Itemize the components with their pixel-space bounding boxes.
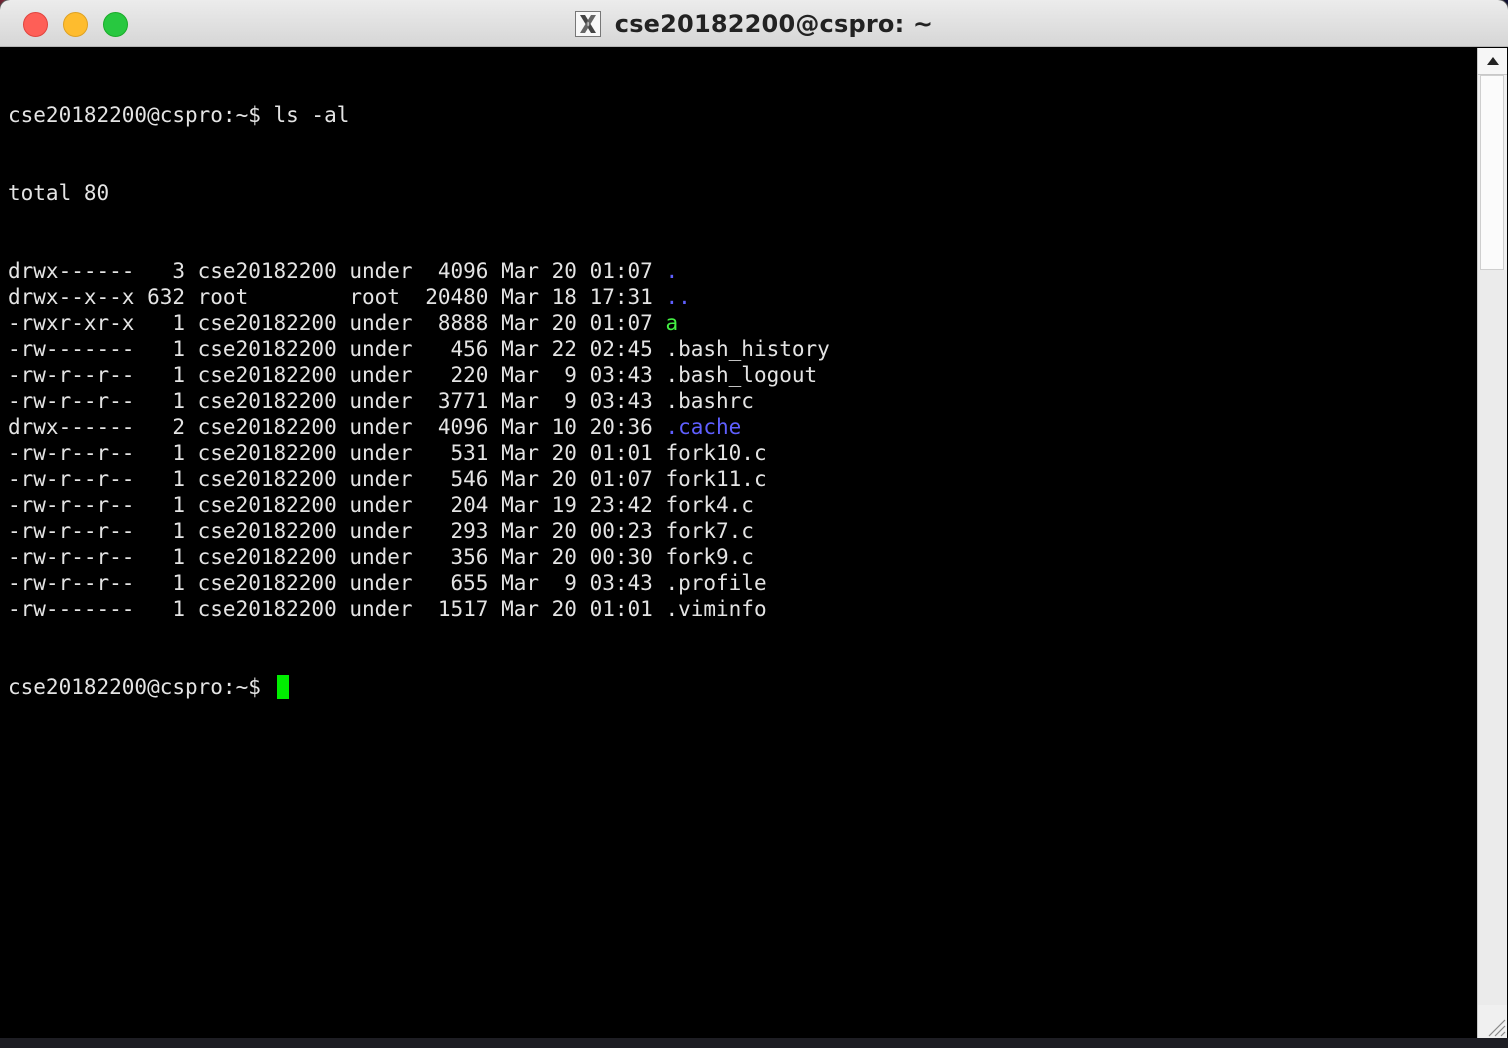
listing-meta: drwx--x--x 632 root root 20480 Mar 18 17… [8,285,666,309]
listing-filename: . [665,259,679,283]
listing-filename: .bash_history [665,337,830,361]
listing-row: -rw-r--r-- 1 cse20182200 under 531 Mar 2… [8,440,830,466]
listing-row: -rw-r--r-- 1 cse20182200 under 546 Mar 2… [8,466,830,492]
resize-grip-icon[interactable] [1477,1008,1507,1038]
terminal-window: cse20182200@cspro: ~ cse20182200@cspro:~… [0,0,1508,1040]
scroll-track[interactable] [1478,270,1507,1005]
listing-row: -rw------- 1 cse20182200 under 1517 Mar … [8,596,830,622]
listing-filename: .cache [665,415,742,439]
listing-filename: .profile [665,571,767,595]
command-line: cse20182200@cspro:~$ ls -al [8,103,350,127]
text-cursor [276,675,289,699]
prompt-text: cse20182200@cspro:~$ [8,675,274,699]
total-line: total 80 [8,181,110,205]
listing-filename: fork7.c [665,519,754,543]
listing-meta: -rw-r--r-- 1 cse20182200 under 220 Mar 9… [8,363,666,387]
x11-logo-icon [579,14,596,33]
listing-row: -rw-r--r-- 1 cse20182200 under 655 Mar 9… [8,570,830,596]
listing-meta: -rw-r--r-- 1 cse20182200 under 204 Mar 1… [8,493,666,517]
listing-filename: a [665,311,679,335]
listing-row: drwx------ 2 cse20182200 under 4096 Mar … [8,414,830,440]
listing-meta: -rw-r--r-- 1 cse20182200 under 3771 Mar … [8,389,666,413]
minimize-window-button[interactable] [63,12,88,37]
x11-icon [574,10,601,37]
listing-filename: .viminfo [665,597,767,621]
triangle-up-icon [1486,57,1499,65]
scroll-up-button[interactable] [1478,48,1507,75]
listing-row: drwx--x--x 632 root root 20480 Mar 18 17… [8,284,830,310]
listing-meta: drwx------ 2 cse20182200 under 4096 Mar … [8,415,666,439]
listing-row: drwx------ 3 cse20182200 under 4096 Mar … [8,258,830,284]
scroll-thumb[interactable] [1480,75,1504,270]
prompt-line: cse20182200@cspro:~$ [8,674,830,700]
window-title: cse20182200@cspro: ~ [614,9,934,38]
listing-row: -rw-r--r-- 1 cse20182200 under 220 Mar 9… [8,362,830,388]
listing-meta: -rw-r--r-- 1 cse20182200 under 531 Mar 2… [8,441,666,465]
listing-row: -rw------- 1 cse20182200 under 456 Mar 2… [8,336,830,362]
vertical-scrollbar[interactable] [1477,48,1507,1038]
listing-meta: drwx------ 3 cse20182200 under 4096 Mar … [8,259,666,283]
listing-meta: -rw-r--r-- 1 cse20182200 under 655 Mar 9… [8,571,666,595]
listing-row: -rwxr-xr-x 1 cse20182200 under 8888 Mar … [8,310,830,336]
listing-filename: .. [665,285,691,309]
terminal-output[interactable]: cse20182200@cspro:~$ ls -al total 80 drw… [8,48,1476,1038]
listing-meta: -rwxr-xr-x 1 cse20182200 under 8888 Mar … [8,311,666,335]
desktop-bottom-edge [0,1038,1508,1048]
listing-meta: -rw-r--r-- 1 cse20182200 under 356 Mar 2… [8,545,666,569]
listing-filename: fork4.c [665,493,754,517]
listing-meta: -rw------- 1 cse20182200 under 456 Mar 2… [8,337,666,361]
title-bar[interactable]: cse20182200@cspro: ~ [0,0,1508,47]
close-window-button[interactable] [23,12,48,37]
listing-filename: fork9.c [665,545,754,569]
listing-row: -rw-r--r-- 1 cse20182200 under 204 Mar 1… [8,492,830,518]
listing-row: -rw-r--r-- 1 cse20182200 under 293 Mar 2… [8,518,830,544]
zoom-window-button[interactable] [103,12,128,37]
listing-row: -rw-r--r-- 1 cse20182200 under 356 Mar 2… [8,544,830,570]
listing-meta: -rw-r--r-- 1 cse20182200 under 546 Mar 2… [8,467,666,491]
terminal-text: cse20182200@cspro:~$ ls -al total 80 drw… [8,50,830,752]
listing-filename: .bashrc [665,389,754,413]
listing: drwx------ 3 cse20182200 under 4096 Mar … [8,258,830,622]
listing-filename: .bash_logout [665,363,818,387]
listing-meta: -rw-r--r-- 1 cse20182200 under 293 Mar 2… [8,519,666,543]
listing-row: -rw-r--r-- 1 cse20182200 under 3771 Mar … [8,388,830,414]
listing-filename: fork11.c [665,467,767,491]
listing-meta: -rw------- 1 cse20182200 under 1517 Mar … [8,597,666,621]
listing-filename: fork10.c [665,441,767,465]
